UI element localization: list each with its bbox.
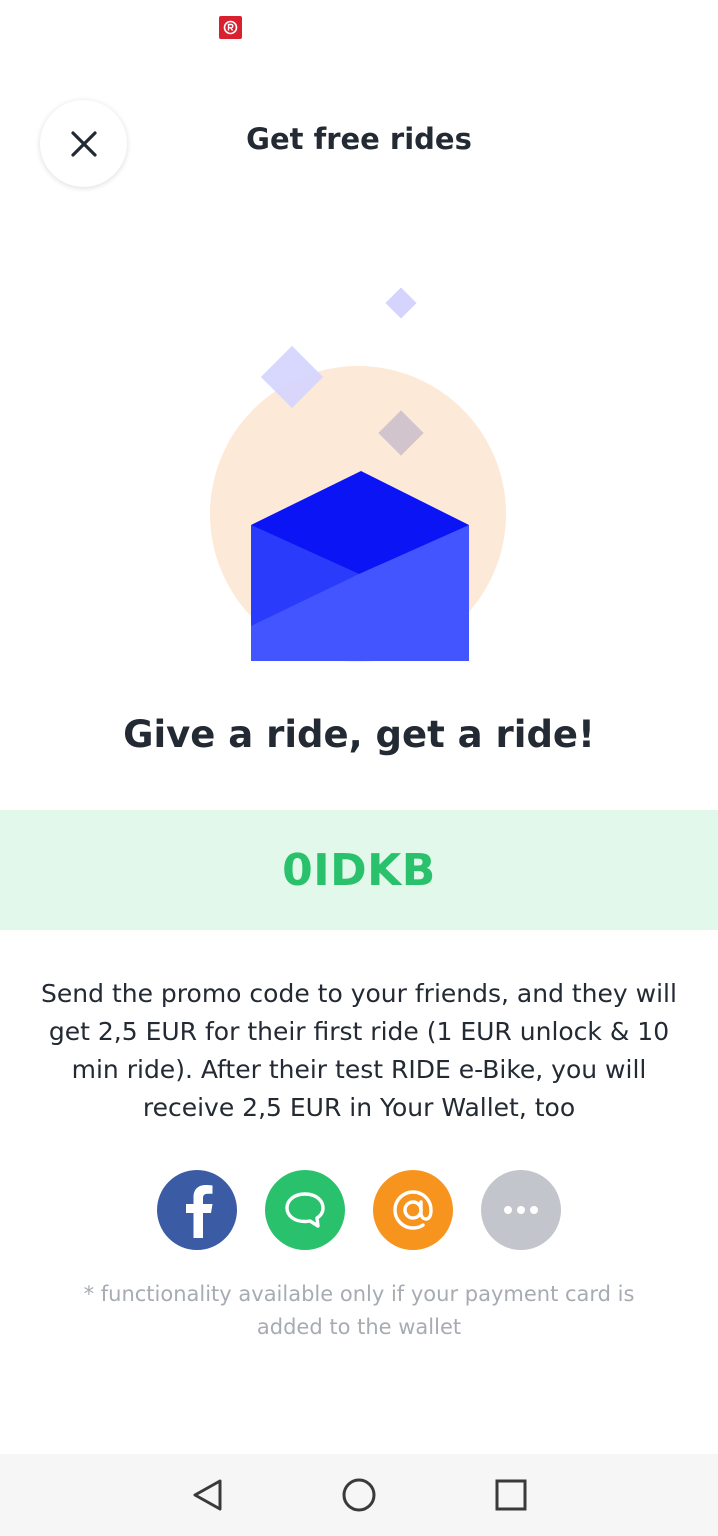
promo-code[interactable]: 0IDKB bbox=[282, 845, 436, 896]
share-more-button[interactable] bbox=[481, 1170, 561, 1250]
nav-recents-button[interactable] bbox=[475, 1459, 547, 1531]
share-facebook-button[interactable] bbox=[157, 1170, 237, 1250]
back-triangle-icon bbox=[193, 1479, 222, 1511]
availability-note: * functionality available only if your p… bbox=[83, 1282, 635, 1339]
page-title: Get free rides bbox=[246, 122, 472, 156]
facebook-icon bbox=[186, 1185, 213, 1238]
home-circle-icon bbox=[342, 1478, 376, 1512]
headline: Give a ride, get a ride! bbox=[123, 713, 595, 756]
promo-description: Send the promo code to your friends, and… bbox=[41, 979, 677, 1122]
more-dots-icon bbox=[504, 1206, 538, 1214]
open-envelope-illustration bbox=[210, 287, 506, 662]
ride-app-icon bbox=[219, 16, 242, 39]
recents-square-icon bbox=[495, 1479, 527, 1511]
share-buttons bbox=[0, 1170, 718, 1250]
nav-back-button[interactable] bbox=[171, 1459, 243, 1531]
share-email-button[interactable] bbox=[373, 1170, 453, 1250]
promo-code-banner[interactable]: 0IDKB bbox=[0, 810, 718, 930]
chat-bubble-icon bbox=[285, 1192, 325, 1228]
system-navigation-bar bbox=[0, 1454, 718, 1536]
share-message-button[interactable] bbox=[265, 1170, 345, 1250]
at-sign-icon bbox=[393, 1190, 433, 1230]
nav-home-button[interactable] bbox=[323, 1459, 395, 1531]
